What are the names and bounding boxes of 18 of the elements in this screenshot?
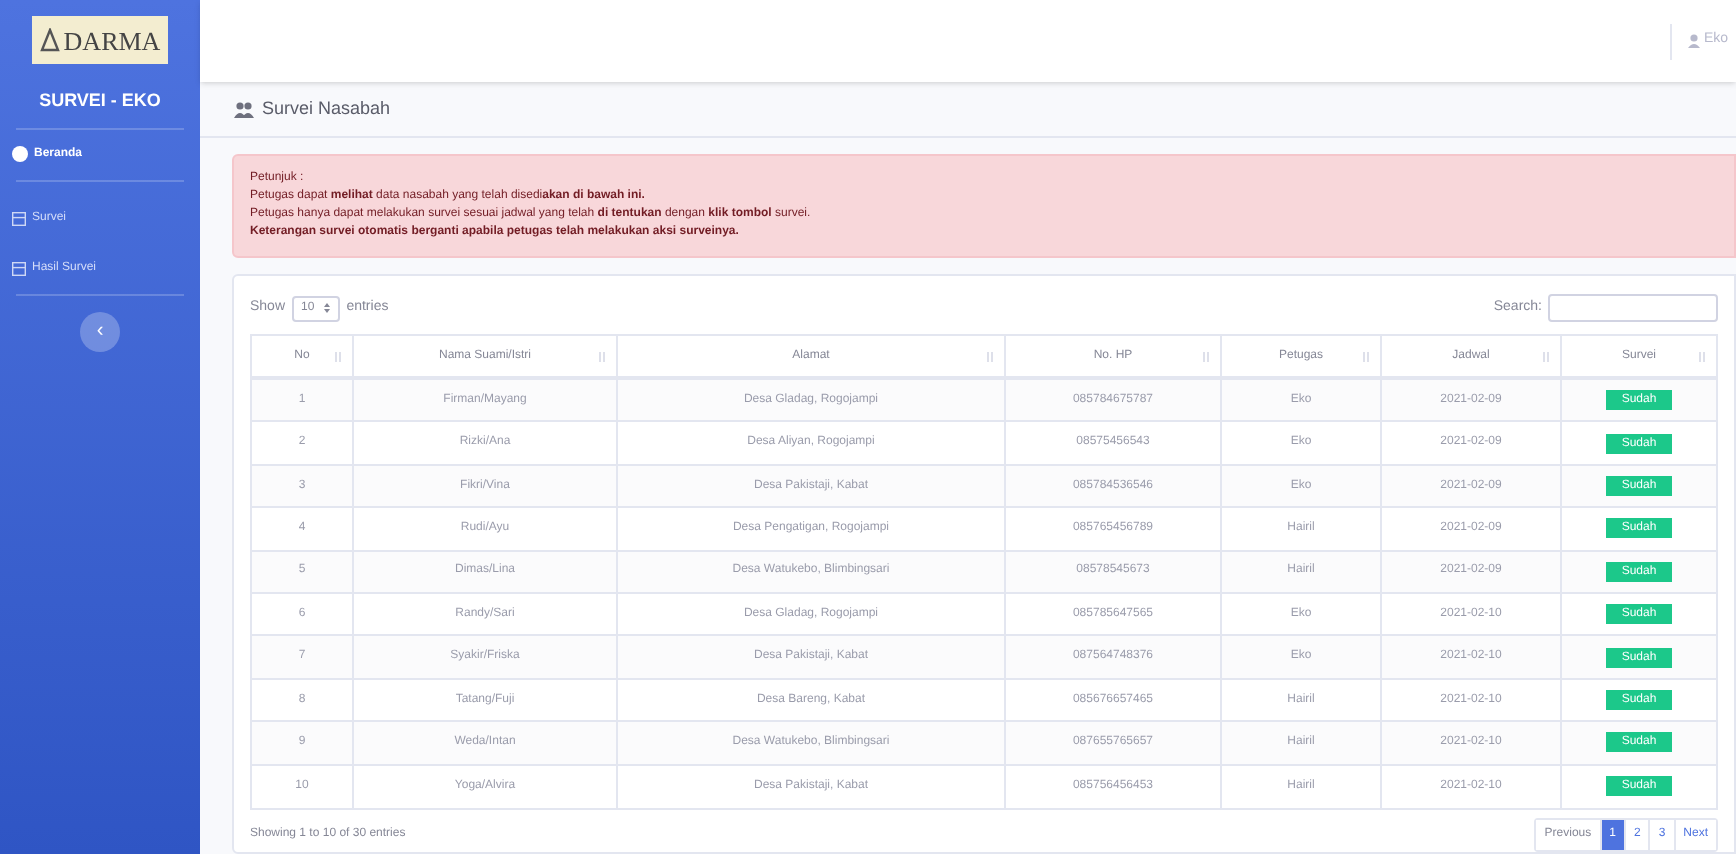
sort-icon: [986, 352, 994, 363]
sort-icon: [598, 352, 606, 363]
logo: DARMA: [31, 16, 169, 64]
sort-icon: [1202, 352, 1210, 363]
user-icon: [1687, 34, 1700, 49]
updown-icon: [324, 302, 331, 315]
triangle-icon: [39, 28, 60, 52]
search-field[interactable]: [1548, 294, 1718, 323]
sort-icon: [334, 352, 342, 363]
users-icon: [234, 101, 254, 118]
sidebar-toggle-button[interactable]: ‹: [80, 311, 120, 351]
sidebar-title: SURVEI - EKO: [37, 88, 163, 114]
table-icon: [12, 211, 26, 225]
page-title: Survei Nasabah: [262, 96, 391, 123]
sort-icon: [1698, 352, 1706, 363]
sort-icon: [1362, 352, 1370, 363]
sort-icon: [1542, 352, 1550, 363]
table-icon: [12, 261, 26, 275]
